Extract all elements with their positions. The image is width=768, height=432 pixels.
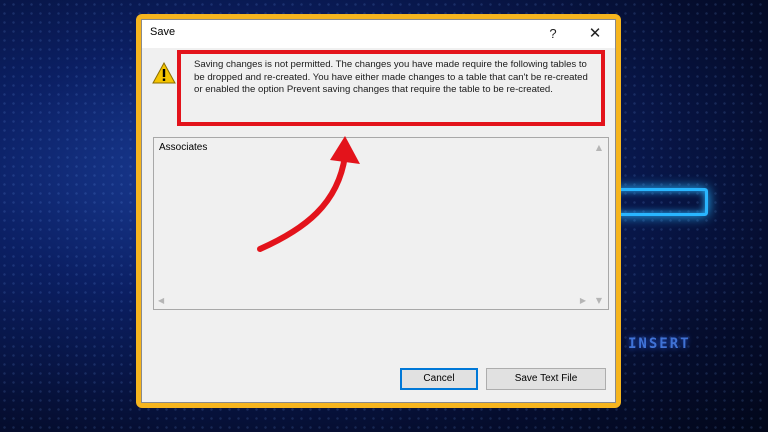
title-bar: Save ? ✕ <box>142 20 615 48</box>
background-glow-text: INSERT <box>628 336 691 352</box>
cancel-button[interactable]: Cancel <box>400 368 478 390</box>
message-highlight-box <box>177 50 605 126</box>
pointer-arrow-icon <box>257 136 360 252</box>
warning-icon <box>152 62 176 84</box>
scroll-up-arrow-icon[interactable]: ▲ <box>596 143 602 152</box>
scroll-left-arrow-icon[interactable]: ◀ <box>158 296 164 305</box>
close-button[interactable]: ✕ <box>580 22 610 46</box>
background-glow-bar <box>612 188 708 216</box>
list-item[interactable]: Associates <box>159 142 207 153</box>
help-button[interactable]: ? <box>538 22 568 46</box>
save-text-file-button[interactable]: Save Text File <box>486 368 606 390</box>
scroll-down-arrow-icon[interactable]: ▼ <box>596 296 602 305</box>
dialog-title: Save <box>150 26 176 38</box>
scroll-right-arrow-icon[interactable]: ▶ <box>580 296 586 305</box>
affected-tables-list[interactable]: Associates ▲ ▼ ◀ ▶ <box>153 137 609 310</box>
save-dialog: Save ? ✕ Saving changes is not permitted… <box>141 19 616 403</box>
